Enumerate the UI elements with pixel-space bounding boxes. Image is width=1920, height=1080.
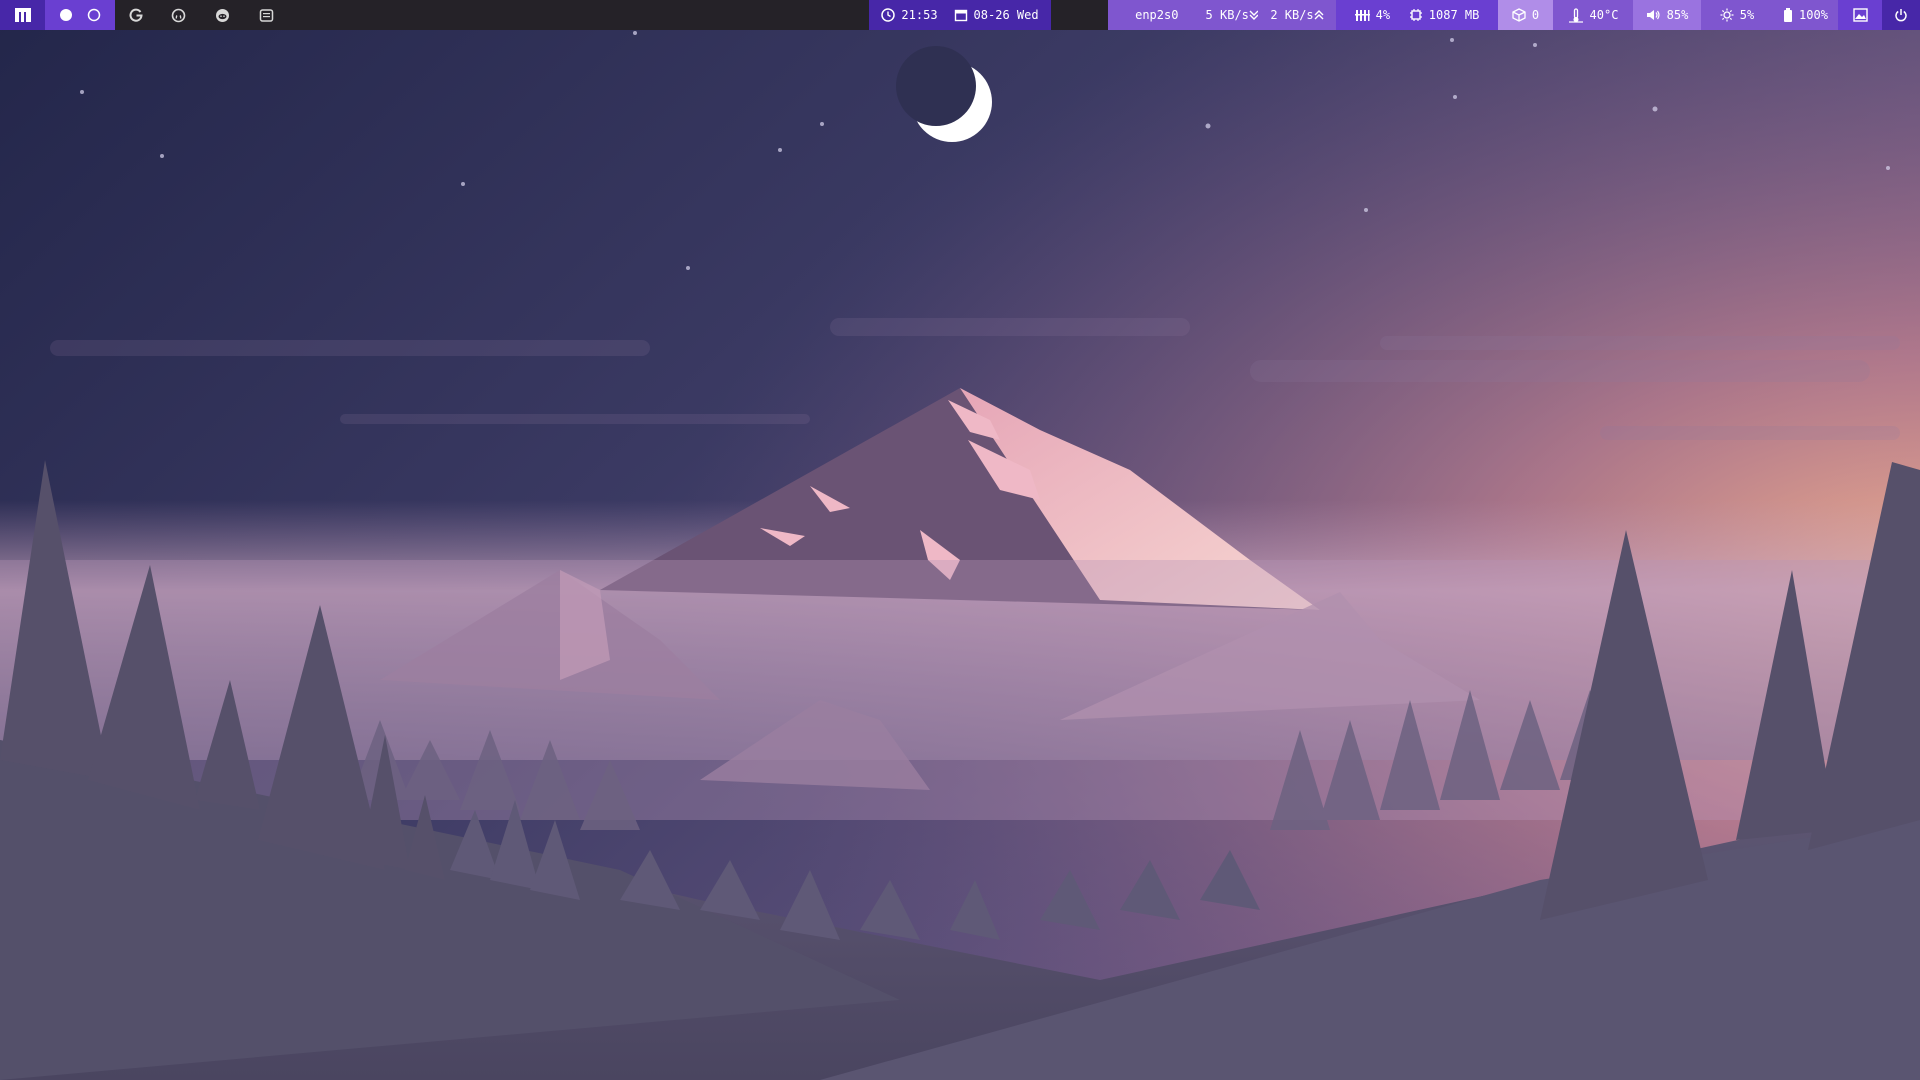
volume-module[interactable]: 85% bbox=[1633, 0, 1701, 30]
double-chevron-up-icon bbox=[1314, 10, 1324, 20]
temperature-value: 40°C bbox=[1589, 8, 1619, 22]
youtube-launcher-button[interactable] bbox=[254, 0, 278, 30]
workspace-2-button[interactable] bbox=[87, 8, 101, 22]
image-icon bbox=[1852, 8, 1868, 22]
filled-circle-icon bbox=[60, 9, 72, 21]
clock-icon bbox=[881, 8, 896, 22]
speaker-icon bbox=[1646, 10, 1660, 20]
google-launcher-button[interactable] bbox=[124, 0, 148, 30]
volume-level: 85% bbox=[1666, 8, 1689, 22]
clock-time: 21:53 bbox=[901, 8, 938, 22]
memory-chip-icon bbox=[1409, 9, 1422, 21]
network-upload-rate: 2 KB/s bbox=[1270, 8, 1314, 22]
github-launcher-button[interactable] bbox=[166, 0, 190, 30]
github-icon bbox=[171, 8, 185, 22]
google-icon bbox=[129, 8, 143, 22]
clock-module: 21:53 08-26 Wed bbox=[869, 0, 1051, 30]
updates-module[interactable]: 0 bbox=[1498, 0, 1553, 30]
reddit-launcher-button[interactable] bbox=[210, 0, 234, 30]
network-interface: enp2s0 bbox=[1135, 8, 1179, 22]
screenshot-button[interactable] bbox=[1838, 0, 1882, 30]
memory-usage: 1087 MB bbox=[1428, 8, 1480, 22]
battery-level: 100% bbox=[1799, 8, 1828, 22]
brightness-level: 5% bbox=[1739, 8, 1755, 22]
sun-icon bbox=[1720, 8, 1734, 22]
reddit-icon bbox=[215, 8, 229, 22]
calendar-icon bbox=[954, 9, 967, 22]
network-upload-module: 2 KB/s bbox=[1258, 0, 1336, 30]
youtube-icon bbox=[259, 8, 273, 22]
network-download-rate: 5 KB/s bbox=[1205, 8, 1249, 22]
desktop: 21:53 08-26 Wed enp2s0 5 KB/s 2 KB/s 4% … bbox=[0, 0, 1920, 1080]
app-menu-icon bbox=[14, 8, 31, 22]
hollow-circle-icon bbox=[87, 8, 101, 22]
workspace-switcher bbox=[45, 0, 115, 30]
temperature-module: 40°C bbox=[1553, 0, 1633, 30]
brightness-module[interactable]: 5% bbox=[1701, 0, 1773, 30]
top-panel: 21:53 08-26 Wed enp2s0 5 KB/s 2 KB/s 4% … bbox=[0, 0, 1920, 30]
cpu-bars-icon bbox=[1354, 9, 1370, 21]
package-icon bbox=[1512, 8, 1526, 22]
thermometer-icon bbox=[1568, 7, 1583, 23]
workspace-1-button[interactable] bbox=[59, 8, 73, 22]
cpu-usage: 4% bbox=[1375, 8, 1391, 22]
clock-date: 08-26 Wed bbox=[973, 8, 1039, 22]
wallpaper bbox=[0, 0, 1920, 1080]
updates-count: 0 bbox=[1531, 8, 1540, 22]
power-icon bbox=[1895, 9, 1907, 22]
battery-icon bbox=[1784, 8, 1793, 22]
battery-module: 100% bbox=[1773, 0, 1838, 30]
menu-button[interactable] bbox=[0, 0, 45, 30]
system-stats-module: 4% 1087 MB bbox=[1336, 0, 1498, 30]
power-button[interactable] bbox=[1882, 0, 1920, 30]
